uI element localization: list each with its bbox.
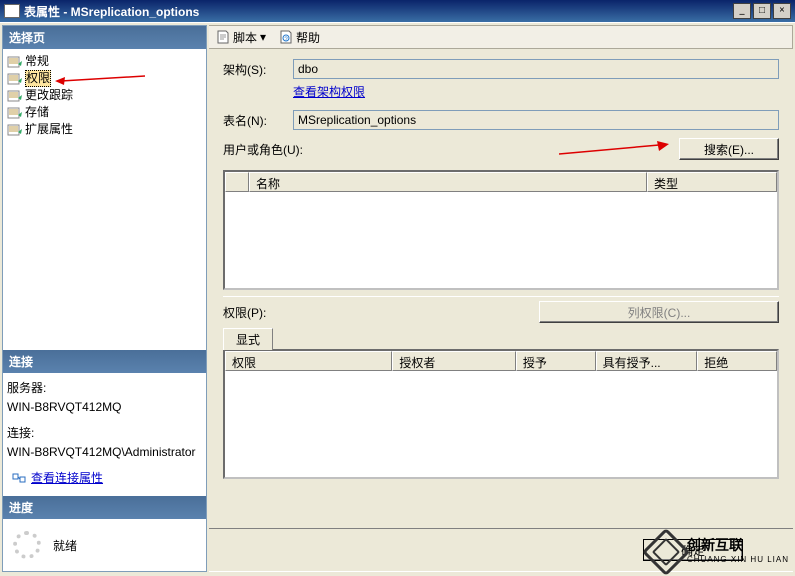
grid-header: 名称 类型 bbox=[225, 172, 777, 192]
users-grid[interactable]: 名称 类型 bbox=[223, 170, 779, 290]
script-button[interactable]: 脚本 ▾ bbox=[215, 29, 266, 46]
grantor-column-header[interactable]: 授权者 bbox=[392, 351, 516, 371]
title-bar: 表属性 - MSreplication_options _ □ × bbox=[0, 0, 795, 22]
sidebar-item-label: 存储 bbox=[25, 105, 49, 120]
page-icon bbox=[7, 106, 23, 120]
search-button[interactable]: 搜索(E)... bbox=[679, 138, 779, 160]
watermark-logo: 创新互联 CHUANG XIN HU LIAN bbox=[649, 535, 789, 569]
annotation-arrow bbox=[559, 141, 669, 157]
dropdown-icon: ▾ bbox=[260, 30, 266, 44]
script-label: 脚本 bbox=[233, 29, 257, 46]
connection-value: WIN-B8RVQT412MQ\Administrator bbox=[7, 445, 202, 459]
logo-subtext: CHUANG XIN HU LIAN bbox=[687, 555, 789, 564]
maximize-button[interactable]: □ bbox=[753, 3, 771, 19]
permission-column-header[interactable]: 权限 bbox=[225, 351, 392, 371]
separator bbox=[223, 296, 779, 297]
sidebar-item-permissions[interactable]: 权限 bbox=[5, 70, 204, 87]
type-column-header[interactable]: 类型 bbox=[647, 172, 777, 192]
help-button[interactable]: ? 帮助 bbox=[278, 29, 320, 46]
progress-status: 就绪 bbox=[53, 537, 77, 554]
page-icon bbox=[7, 72, 23, 86]
page-icon bbox=[7, 123, 23, 137]
table-name-field[interactable] bbox=[293, 110, 779, 130]
window-title: 表属性 - MSreplication_options bbox=[24, 3, 731, 20]
page-tree: 常规 权限 更改跟踪 存储 扩展属性 bbox=[3, 49, 206, 142]
annotation-arrow bbox=[55, 73, 145, 85]
with-grant-column-header[interactable]: 具有授予... bbox=[596, 351, 698, 371]
table-name-label: 表名(N): bbox=[223, 112, 293, 129]
permissions-label: 权限(P): bbox=[223, 304, 539, 321]
permissions-grid[interactable]: 权限 授权者 授予 具有授予... 拒绝 bbox=[223, 349, 779, 479]
progress-header: 进度 bbox=[3, 496, 206, 519]
tab-explicit[interactable]: 显式 bbox=[223, 328, 273, 350]
minimize-button[interactable]: _ bbox=[733, 3, 751, 19]
sidebar-item-label: 常规 bbox=[25, 54, 49, 69]
help-label: 帮助 bbox=[296, 29, 320, 46]
sidebar-item-extended-properties[interactable]: 扩展属性 bbox=[5, 121, 204, 138]
select-page-header: 选择页 bbox=[3, 26, 206, 49]
sidebar-item-storage[interactable]: 存储 bbox=[5, 104, 204, 121]
page-icon bbox=[7, 55, 23, 69]
sidebar-item-change-tracking[interactable]: 更改跟踪 bbox=[5, 87, 204, 104]
schema-field[interactable] bbox=[293, 59, 779, 79]
view-connection-properties-link[interactable]: 查看连接属性 bbox=[31, 469, 103, 486]
server-label: 服务器: bbox=[7, 379, 202, 396]
help-icon: ? bbox=[278, 29, 294, 45]
server-value: WIN-B8RVQT412MQ bbox=[7, 400, 202, 414]
connection-label: 连接: bbox=[7, 424, 202, 441]
progress-ring-icon bbox=[13, 531, 41, 559]
schema-label: 架构(S): bbox=[223, 61, 293, 78]
logo-icon bbox=[642, 528, 690, 576]
sidebar-item-label: 权限 bbox=[25, 70, 51, 87]
sidebar-item-general[interactable]: 常规 bbox=[5, 53, 204, 70]
column-permissions-button[interactable]: 列权限(C)... bbox=[539, 301, 779, 323]
name-column-header[interactable]: 名称 bbox=[249, 172, 647, 192]
view-schema-permissions-link[interactable]: 查看架构权限 bbox=[293, 85, 365, 99]
grant-column-header[interactable]: 授予 bbox=[516, 351, 596, 371]
grid-header: 权限 授权者 授予 具有授予... 拒绝 bbox=[225, 351, 777, 371]
page-icon bbox=[7, 89, 23, 103]
connection-header: 连接 bbox=[3, 350, 206, 373]
logo-text: 创新互联 bbox=[687, 537, 743, 553]
script-icon bbox=[215, 29, 231, 45]
sidebar-item-label: 更改跟踪 bbox=[25, 88, 73, 103]
row-selector-header[interactable] bbox=[225, 172, 249, 192]
close-button[interactable]: × bbox=[773, 3, 791, 19]
toolbar: 脚本 ▾ ? 帮助 bbox=[209, 25, 793, 49]
link-icon bbox=[11, 470, 27, 486]
window-icon bbox=[4, 4, 20, 18]
deny-column-header[interactable]: 拒绝 bbox=[697, 351, 777, 371]
sidebar-item-label: 扩展属性 bbox=[25, 122, 73, 137]
